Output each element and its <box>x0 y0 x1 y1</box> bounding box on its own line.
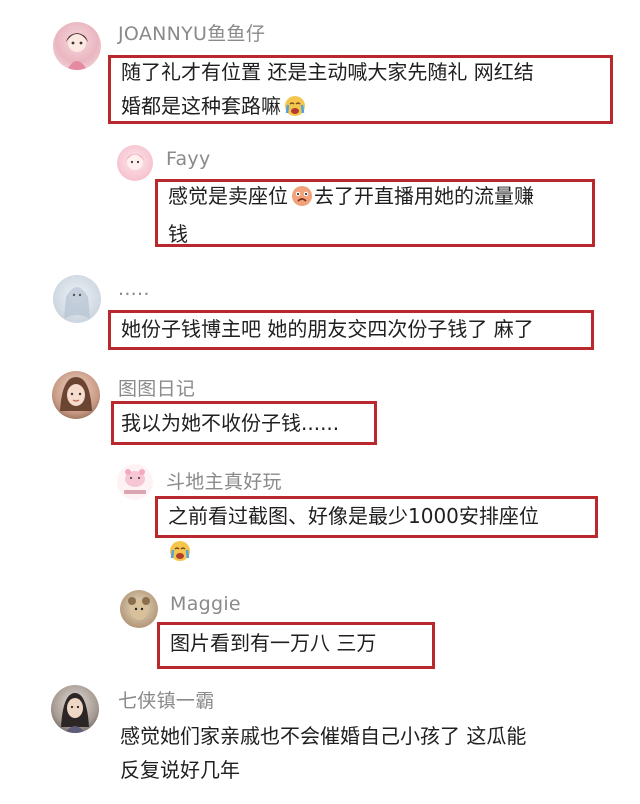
username[interactable]: Fayy <box>166 148 211 170</box>
username[interactable]: 斗地主真好玩 <box>166 467 282 494</box>
username[interactable]: 图图日记 <box>118 374 195 401</box>
username[interactable]: Maggie <box>170 593 241 615</box>
comment-text: 感觉是卖座位 去了开直播用她的流量赚 钱 <box>168 183 534 246</box>
avatar[interactable] <box>53 275 101 323</box>
crying-face-icon <box>283 93 307 127</box>
avatar[interactable] <box>117 464 153 500</box>
comment-text: 感觉她们家亲戚也不会催婚自己小孩了 这瓜能 反复说好几年 <box>120 724 527 782</box>
username[interactable]: 七侠镇一霸 <box>118 686 215 713</box>
avatar[interactable] <box>120 590 158 628</box>
sad-face-icon <box>290 183 314 217</box>
avatar[interactable] <box>53 22 101 70</box>
username[interactable]: ..... <box>118 278 150 300</box>
avatar[interactable] <box>51 685 99 733</box>
comment-text: 之前看过截图、好像是最少1000安排座位 <box>168 504 539 528</box>
avatar[interactable] <box>52 371 100 419</box>
comment-text: 我以为她不收份子钱...... <box>121 411 340 435</box>
comment-text: 她份子钱博主吧 她的朋友交四次份子钱了 麻了 <box>121 317 534 341</box>
comment-text: 随了礼才有位置 还是主动喊大家先随礼 网红结 婚都是这种套路嘛 <box>121 55 534 127</box>
comment-text: 图片看到有一万八 三万 <box>170 631 377 655</box>
crying-face-icon <box>168 540 192 566</box>
avatar[interactable] <box>117 145 153 181</box>
username[interactable]: JOANNYU鱼鱼仔 <box>118 19 265 46</box>
